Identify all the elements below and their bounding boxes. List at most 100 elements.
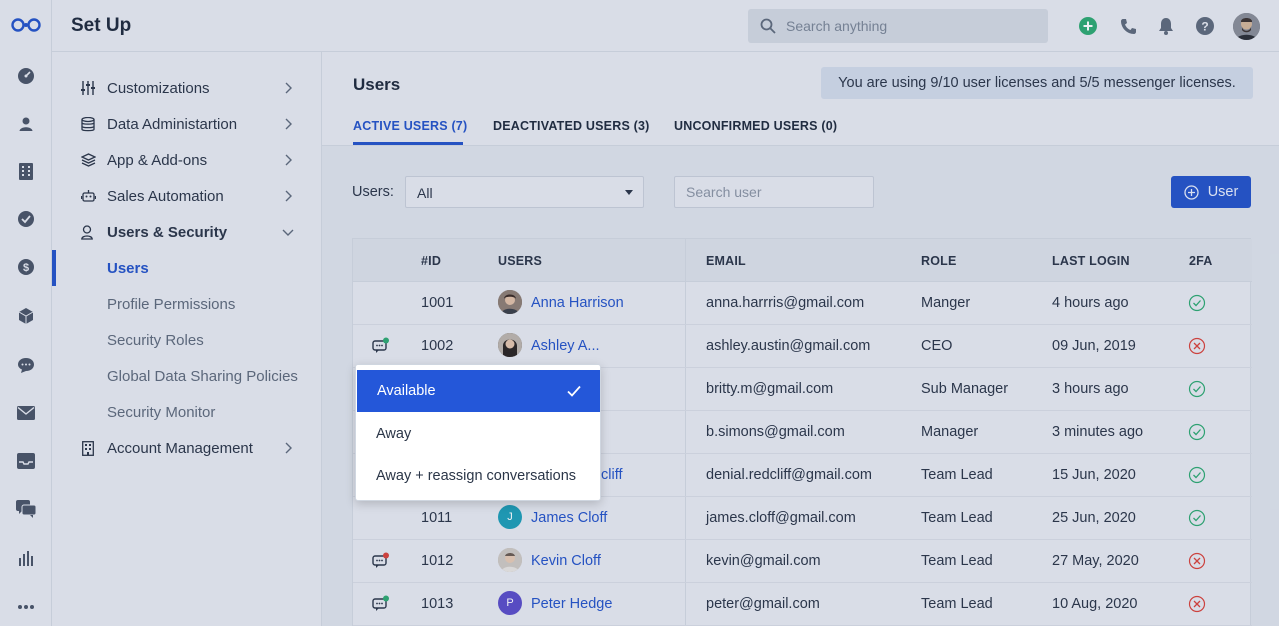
search-icon [760, 18, 776, 34]
user-role: Sub Manager [921, 381, 1009, 397]
sub-item-global-data-sharing[interactable]: Global Data Sharing Policies [107, 368, 298, 385]
reports-icon[interactable] [16, 548, 36, 568]
last-login: 09 Jun, 2019 [1052, 338, 1136, 354]
tab-active-users[interactable]: ACTIVE USERS (7) [353, 119, 467, 133]
check-circle-icon [1188, 423, 1206, 441]
nav-item-users-security[interactable]: Users & Security [52, 214, 322, 250]
col-last-login[interactable]: LAST LOGIN [1052, 254, 1130, 268]
table-row[interactable]: 1001 Anna Harrison anna.harrris@gmail.co… [353, 282, 1252, 325]
last-login: 25 Jun, 2020 [1052, 510, 1136, 526]
status-dropdown-menu: Available Away Away + reassign conversat… [355, 364, 601, 501]
nav-label: Users & Security [107, 223, 228, 241]
user-email: ashley.austin@gmail.com [706, 338, 871, 354]
last-login: 10 Aug, 2020 [1052, 596, 1138, 612]
table-row[interactable]: 1012 Kevin Cloff kevin@gmail.com Team Le… [353, 540, 1252, 583]
last-login: 15 Jun, 2020 [1052, 467, 1136, 483]
chevron-right-icon [285, 442, 292, 454]
chat-status-red-icon[interactable] [372, 552, 390, 570]
check-circle-icon [1188, 294, 1206, 312]
avatar [498, 290, 522, 314]
robot-icon [80, 188, 96, 204]
chat-status-green-icon[interactable] [372, 595, 390, 613]
inbox-icon[interactable] [16, 451, 36, 471]
sub-item-users[interactable]: Users [107, 260, 149, 277]
user-role: Team Lead [921, 467, 993, 483]
row-id: 1011 [421, 510, 453, 526]
user-name-link[interactable]: James Cloff [531, 510, 607, 526]
sub-item-security-roles[interactable]: Security Roles [107, 332, 204, 349]
user-email: kevin@gmail.com [706, 553, 821, 569]
products-icon[interactable] [16, 306, 36, 326]
avatar [498, 548, 522, 572]
user-name-link[interactable]: Kevin Cloff [531, 553, 601, 569]
table-header: #ID USERS EMAIL ROLE LAST LOGIN 2FA [353, 239, 1252, 282]
nav-item-sales-automation[interactable]: Sales Automation [52, 178, 322, 214]
status-option-away-reassign[interactable]: Away + reassign conversations [356, 455, 600, 497]
svg-text:$: $ [23, 262, 29, 274]
page-title: Set Up [71, 15, 132, 36]
bell-icon[interactable] [1157, 17, 1175, 35]
more-icon[interactable] [16, 597, 36, 617]
users-filter-select[interactable]: All [405, 176, 644, 208]
table-row[interactable]: 1011 J James Cloff james.cloff@gmail.com… [353, 497, 1252, 540]
nav-item-apps-addons[interactable]: App & Add-ons [52, 142, 322, 178]
nav-label: Sales Automation [107, 187, 224, 205]
database-icon [80, 116, 96, 132]
tasks-icon[interactable] [16, 209, 36, 229]
user-role: Team Lead [921, 510, 993, 526]
topbar: Set Up Search anything ? [52, 0, 1279, 52]
add-user-label: User [1207, 184, 1239, 200]
table-row[interactable]: 1002 Ashley A... ashley.austin@gmail.com… [353, 325, 1252, 368]
help-icon[interactable]: ? [1196, 17, 1214, 35]
nav-label: Account Management [107, 439, 253, 457]
nav-item-data-administration[interactable]: Data Administartion [52, 106, 322, 142]
user-name-link[interactable]: Anna Harrison [531, 295, 624, 311]
nav-item-customizations[interactable]: Customizations [52, 70, 322, 106]
table-row[interactable]: 1013 P Peter Hedge peter@gmail.com Team … [353, 583, 1252, 626]
user-name-link[interactable]: Peter Hedge [531, 596, 612, 612]
deals-icon[interactable]: $ [16, 257, 36, 277]
col-users[interactable]: USERS [498, 254, 542, 268]
tab-underline [353, 142, 463, 145]
search-user-input[interactable] [674, 176, 874, 208]
user-email: b.simons@gmail.com [706, 424, 845, 440]
chat-icon[interactable] [16, 355, 36, 375]
phone-icon[interactable] [1119, 17, 1137, 35]
tab-deactivated-users[interactable]: DEACTIVATED USERS (3) [493, 119, 650, 133]
chat-status-green-icon[interactable] [372, 337, 390, 355]
chevron-right-icon [285, 154, 292, 166]
user-role: Manger [921, 295, 971, 311]
avatar[interactable] [1233, 13, 1260, 40]
add-user-button[interactable]: User [1171, 176, 1251, 208]
global-search[interactable]: Search anything [748, 9, 1048, 43]
dashboard-icon[interactable] [16, 66, 36, 86]
accounts-icon[interactable] [16, 161, 36, 181]
check-circle-icon [1188, 509, 1206, 527]
avatar [498, 333, 522, 357]
status-option-away[interactable]: Away [356, 413, 600, 455]
avatar: J [498, 505, 522, 529]
option-label: Available [377, 383, 436, 399]
user-name-link[interactable]: cliff [601, 467, 623, 483]
nav-item-account-management[interactable]: Account Management [52, 430, 322, 466]
check-circle-icon [1188, 466, 1206, 484]
last-login: 27 May, 2020 [1052, 553, 1139, 569]
x-circle-icon [1188, 552, 1206, 570]
sub-item-profile-permissions[interactable]: Profile Permissions [107, 296, 235, 313]
messenger-icon[interactable] [16, 499, 36, 519]
check-icon [567, 385, 581, 397]
col-email[interactable]: EMAIL [706, 254, 746, 268]
contacts-icon[interactable] [16, 114, 36, 134]
nav-label: App & Add-ons [107, 151, 208, 169]
building-icon [80, 440, 96, 456]
col-2fa[interactable]: 2FA [1189, 254, 1213, 268]
user-name-link[interactable]: Ashley A... [531, 338, 600, 354]
add-icon[interactable] [1079, 17, 1097, 35]
col-role[interactable]: ROLE [921, 254, 957, 268]
logo-icon[interactable] [9, 14, 43, 36]
tab-unconfirmed-users[interactable]: UNCONFIRMED USERS (0) [674, 119, 837, 133]
sub-item-security-monitor[interactable]: Security Monitor [107, 404, 215, 421]
col-id[interactable]: #ID [421, 254, 441, 268]
status-option-available[interactable]: Available [357, 370, 600, 412]
mail-icon[interactable] [16, 403, 36, 423]
